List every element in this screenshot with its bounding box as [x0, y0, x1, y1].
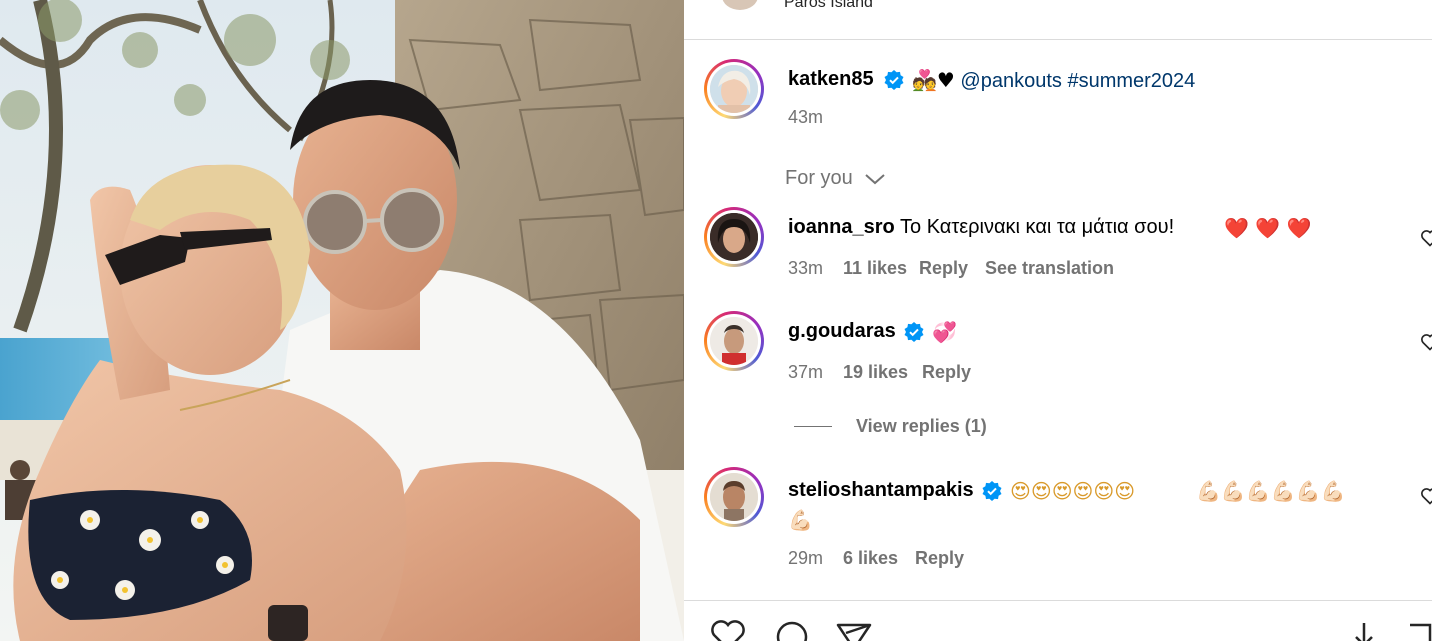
caption-emoji: 💑♥	[912, 68, 955, 92]
reply-button[interactable]: Reply	[919, 258, 968, 279]
view-replies-line	[794, 426, 832, 427]
verified-badge-icon	[884, 70, 904, 90]
reply-button[interactable]: Reply	[915, 548, 964, 569]
comment-emoji: 💞	[932, 320, 957, 344]
download-icon[interactable]	[1344, 619, 1384, 641]
comment-username[interactable]: stelioshantampakis	[788, 479, 974, 502]
post-photo[interactable]	[0, 0, 684, 641]
see-translation-button[interactable]: See translation	[985, 258, 1114, 279]
comment-emoji: 😍😍😍😍😍😍	[1010, 479, 1136, 503]
comment-time[interactable]: 33m	[788, 258, 823, 279]
caption-avatar[interactable]	[704, 59, 764, 119]
post-header: Paros Island	[684, 0, 1432, 40]
caption-text: 💑♥ @pankouts #summer2024	[912, 68, 1195, 93]
save-icon[interactable]	[1402, 619, 1432, 641]
comment-emoji-flex-line2: 💪🏻	[788, 508, 813, 532]
caption-username[interactable]: katken85	[788, 68, 874, 91]
heart-icon[interactable]	[1420, 332, 1432, 352]
comment-avatar[interactable]	[704, 311, 764, 371]
comment-likes[interactable]: 6 likes	[843, 548, 898, 569]
comment-time[interactable]: 29m	[788, 548, 823, 569]
verified-badge-icon	[982, 481, 1002, 501]
comment-likes[interactable]: 19 likes	[843, 362, 908, 383]
comment-avatar[interactable]	[704, 207, 764, 267]
comments-panel: Paros Island katken85 💑♥ @pankouts #summ…	[684, 0, 1432, 641]
author-avatar[interactable]	[722, 0, 758, 10]
comment-time[interactable]: 37m	[788, 362, 823, 383]
post-location[interactable]: Paros Island	[784, 0, 873, 12]
comment-sort-label[interactable]: For you	[785, 167, 853, 190]
share-icon[interactable]	[834, 619, 874, 641]
comment-emoji: ❤️ ❤️ ❤️	[1224, 216, 1312, 240]
heart-icon[interactable]	[1420, 486, 1432, 506]
like-heart-icon[interactable]	[708, 619, 748, 641]
caption-hashtag[interactable]: #summer2024	[1067, 70, 1195, 92]
view-replies-button[interactable]: View replies (1)	[856, 416, 987, 437]
comment-icon[interactable]	[772, 619, 812, 641]
comment-username[interactable]: g.goudaras	[788, 320, 896, 343]
comment-avatar[interactable]	[704, 467, 764, 527]
comment-likes[interactable]: 11 likes	[843, 258, 907, 279]
caption-mention[interactable]: @pankouts	[960, 70, 1061, 92]
chevron-down-icon[interactable]	[864, 170, 886, 188]
caption-time[interactable]: 43m	[788, 107, 823, 128]
post-image	[0, 0, 684, 641]
post-action-bar	[684, 600, 1432, 641]
comment-username[interactable]: ioanna_sro	[788, 216, 895, 239]
verified-badge-icon	[904, 322, 924, 342]
comment-emoji-flex: 💪🏻💪🏻💪🏻💪🏻💪🏻💪🏻	[1196, 479, 1346, 503]
reply-button[interactable]: Reply	[922, 362, 971, 383]
comment-text: Το Κατερινακι και τα μάτια σου!	[900, 216, 1175, 238]
heart-icon[interactable]	[1420, 228, 1432, 248]
